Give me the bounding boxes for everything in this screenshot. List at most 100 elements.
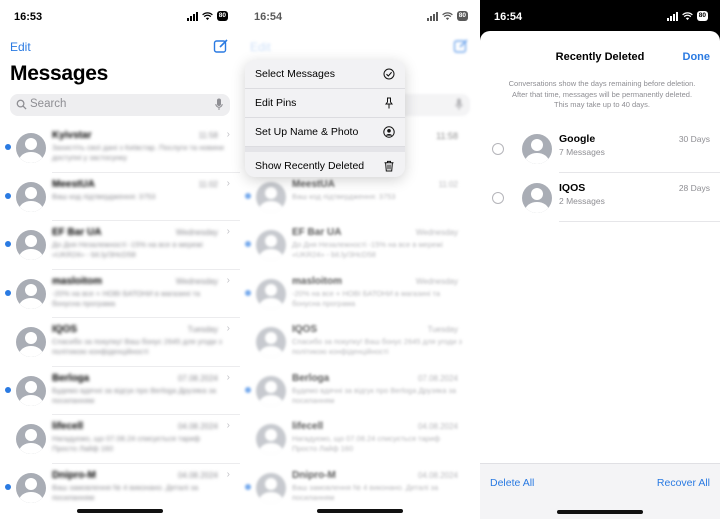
search-input[interactable]: Search — [10, 94, 230, 116]
avatar — [522, 134, 552, 164]
conversation-preview: Нагадуємо, що 07.08.24 списується тариф … — [52, 434, 201, 453]
conversation-preview: Спасибо за покупку! Ваш бонус 2645 для у… — [52, 337, 222, 356]
trash-icon — [384, 160, 394, 172]
microphone-icon[interactable] — [215, 98, 223, 111]
deleted-conversation-row[interactable]: IQOS 2 Messages 28 Days — [480, 174, 720, 222]
conversation-row[interactable]: lifecell 04.08.2024 › Нагадуємо, що 07.0… — [0, 415, 240, 464]
avatar — [16, 424, 46, 454]
conversation-row[interactable]: EF Bar UA Wednesday › До Дня Незалежност… — [0, 221, 240, 270]
chevron-right-icon: › — [226, 468, 230, 480]
conversation-row[interactable]: IQOS Tuesday › Спасибо за покупку! Ваш б… — [0, 318, 240, 367]
recently-deleted-screen: 16:54 80 Recently Deleted Done Conversat… — [480, 0, 720, 519]
avatar — [16, 181, 46, 212]
conversation-row[interactable]: Kyivstar 11:58 › Захистіть свої дані з К… — [0, 124, 240, 173]
conversation-date: 04.08.2024 — [177, 422, 218, 431]
conversation-preview: Ваш код підтвердження: 3753 — [52, 191, 156, 201]
chevron-right-icon: › — [226, 226, 230, 237]
conversation-preview: Ваш замовлення № 4 виконано. Деталі за п… — [52, 482, 199, 502]
signal-icon — [186, 11, 198, 21]
conversation-name: IQOS — [559, 182, 586, 194]
conversation-name: EF Bar UA — [52, 227, 102, 238]
conversation-preview: -20% на все + НОВІ БАТОНИ в магазині та … — [52, 288, 201, 308]
chevron-right-icon: › — [226, 323, 230, 334]
menu-item-select-messages[interactable]: Select Messages — [245, 60, 405, 89]
status-icons: 80 — [186, 11, 228, 21]
battery-icon: 80 — [216, 11, 228, 21]
message-count: 7 Messages — [559, 147, 605, 157]
person-circle-icon — [383, 126, 395, 138]
status-time: 16:53 — [14, 11, 43, 23]
messages-list-screen: 16:53 80 Edit Messages Search Kyivstar 1… — [0, 0, 240, 519]
chevron-right-icon: › — [226, 129, 230, 140]
menu-item-label: Select Messages — [255, 68, 335, 80]
delete-all-button[interactable]: Delete All — [490, 477, 534, 489]
page-title: Messages — [10, 62, 108, 85]
status-time: 16:54 — [494, 11, 523, 23]
avatar — [16, 133, 46, 163]
conversation-date: Wednesday — [175, 276, 218, 286]
home-indicator[interactable] — [317, 509, 403, 513]
recover-all-button[interactable]: Recover All — [657, 477, 710, 489]
home-indicator[interactable] — [77, 509, 163, 513]
select-radio[interactable] — [492, 192, 504, 204]
avatar — [16, 230, 46, 260]
search-placeholder: Search — [30, 98, 67, 110]
menu-item-label: Edit Pins — [255, 97, 297, 109]
chevron-right-icon: › — [226, 420, 230, 431]
recently-deleted-sheet: Recently Deleted Done Conversations show… — [480, 31, 720, 519]
menu-item-show-recently-deleted[interactable]: Show Recently Deleted — [245, 147, 405, 177]
conversation-name: IQOS — [52, 324, 78, 335]
conversation-date: Tuesday — [187, 325, 218, 334]
unread-dot — [5, 483, 11, 490]
avatar — [522, 183, 552, 213]
edit-button[interactable]: Edit — [10, 40, 31, 54]
conversation-preview: Захистіть свої дані з Київстар. Послуги … — [52, 143, 224, 162]
menu-item-label: Show Recently Deleted — [255, 160, 365, 172]
sheet-description: Conversations show the days remaining be… — [508, 79, 696, 109]
conversation-row[interactable]: MeestUA 11:02 › Ваш код підтвердження: 3… — [0, 173, 240, 221]
unread-dot — [5, 289, 11, 296]
status-bar: 16:54 80 — [480, 0, 720, 34]
conversation-name: MeestUA — [52, 178, 95, 190]
message-count: 2 Messages — [559, 196, 605, 206]
signal-icon — [666, 11, 678, 21]
status-icons: 80 — [666, 11, 708, 21]
unread-dot — [5, 192, 11, 199]
avatar — [16, 327, 46, 357]
conversation-preview: Будемо вдячні за відгук про Berloga Друз… — [52, 385, 217, 405]
menu-item-edit-pins[interactable]: Edit Pins — [245, 89, 405, 118]
compose-icon[interactable] — [213, 38, 229, 54]
conversation-name: Kyivstar — [52, 130, 92, 141]
unread-dot — [5, 386, 11, 393]
done-button[interactable]: Done — [683, 51, 711, 63]
unread-dot — [5, 241, 11, 247]
conversation-date: Wednesday — [175, 228, 218, 237]
conversation-date: 07.08.2024 — [177, 373, 218, 383]
chevron-right-icon: › — [226, 274, 230, 286]
conversation-name: lifecell — [52, 421, 84, 432]
avatar — [16, 375, 46, 406]
conversation-date: 04.08.2024 — [177, 470, 218, 480]
conversation-name: Dnipro-M — [52, 469, 96, 481]
conversation-name: Berloga — [52, 372, 90, 384]
home-indicator[interactable] — [557, 510, 643, 514]
deleted-conversation-row[interactable]: Google 7 Messages 30 Days — [480, 125, 720, 173]
search-icon — [16, 99, 27, 110]
edit-menu: Select Messages Edit Pins Set Up Name & … — [245, 60, 405, 177]
sheet-footer: Delete All Recover All — [480, 463, 720, 519]
conversation-date: 11:58 — [198, 131, 218, 140]
menu-item-set-up-name-photo[interactable]: Set Up Name & Photo — [245, 118, 405, 147]
conversation-name: masloitom — [52, 275, 103, 287]
select-radio[interactable] — [492, 143, 504, 155]
unread-dot — [5, 144, 11, 150]
conversation-row[interactable]: masloitom Wednesday › -20% на все + НОВІ… — [0, 270, 240, 318]
wifi-icon — [681, 11, 693, 20]
chevron-right-icon: › — [226, 177, 230, 189]
pin-icon — [385, 97, 393, 109]
conversation-list: Kyivstar 11:58 › Захистіть свої дані з К… — [0, 124, 240, 512]
conversation-name: Google — [559, 133, 596, 145]
conversation-row[interactable]: Berloga 07.08.2024 › Будемо вдячні за ві… — [0, 367, 240, 415]
conversation-date: 11:02 — [198, 179, 218, 189]
conversation-row[interactable]: Dnipro-M 04.08.2024 › Ваш замовлення № 4… — [0, 464, 240, 513]
days-remaining: 28 Days — [678, 183, 710, 193]
